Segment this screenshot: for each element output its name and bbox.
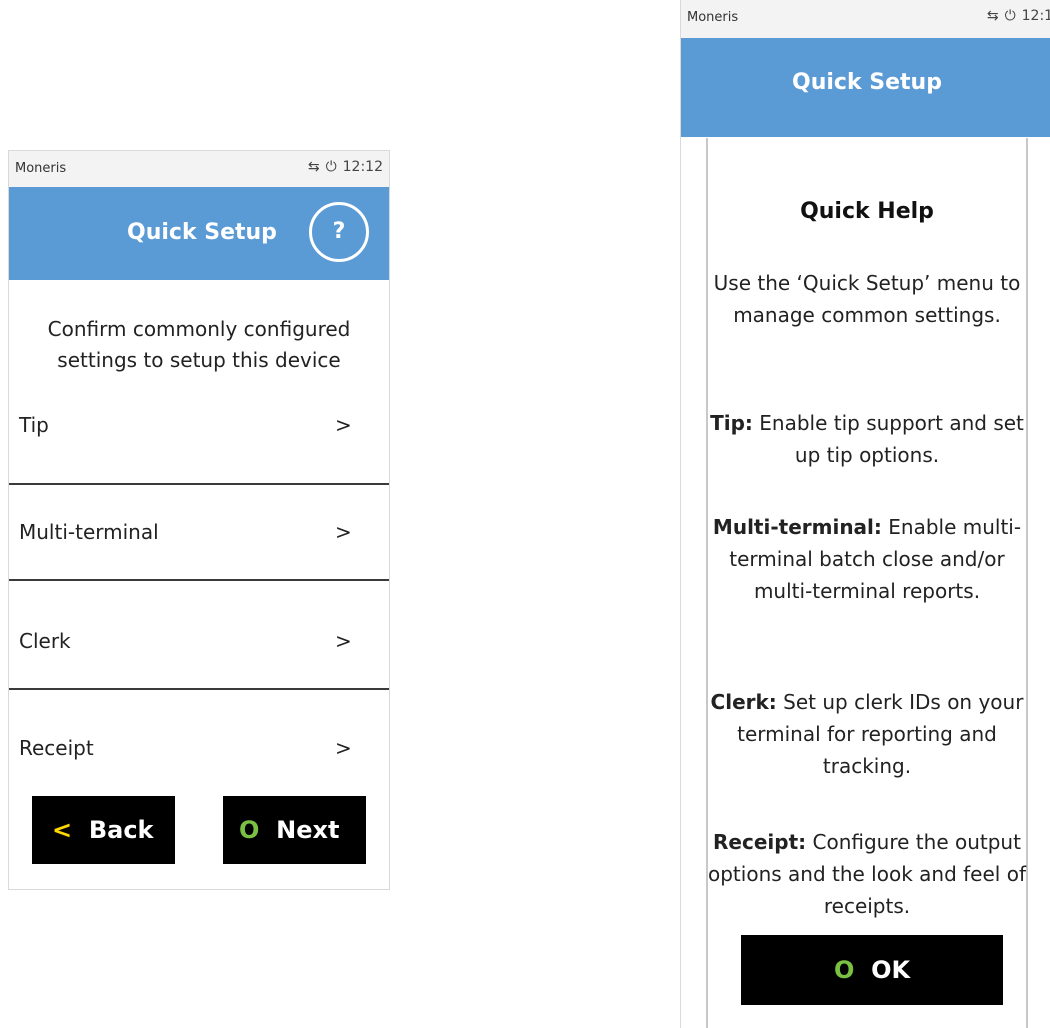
status-time: 12:12 bbox=[1021, 8, 1050, 24]
subtitle: Confirm commonly configured settings to … bbox=[47, 317, 351, 372]
help-section-clerk: Clerk: Set up clerk IDs on your terminal… bbox=[707, 686, 1027, 782]
help-section-receipt: Receipt: Configure the output options an… bbox=[707, 826, 1027, 922]
status-bar: Moneris ⇆ ⏻ 12:12 bbox=[681, 0, 1050, 38]
chevron-right-icon: > bbox=[335, 736, 352, 760]
menu-item-label: Receipt bbox=[19, 736, 94, 760]
menu-item-receipt[interactable]: Receipt > bbox=[9, 736, 389, 766]
next-circle-icon: O bbox=[239, 816, 260, 844]
status-bar: Moneris ⇆ ⏻ 12:12 bbox=[9, 151, 389, 187]
help-title: Quick Help bbox=[800, 199, 934, 224]
power-plug-icon: ⏻ bbox=[1004, 8, 1016, 24]
menu-item-multi-terminal[interactable]: Multi-terminal > bbox=[9, 520, 389, 550]
status-time: 12:12 bbox=[342, 159, 383, 175]
header-title: Quick Setup bbox=[127, 220, 277, 245]
help-section-multi-terminal: Multi-terminal: Enable multi-terminal ba… bbox=[697, 511, 1037, 607]
header: Quick Setup bbox=[681, 38, 1050, 136]
status-app-name: Moneris bbox=[687, 10, 739, 25]
help-button[interactable]: ? bbox=[309, 202, 369, 262]
help-intro: Use the ‘Quick Setup’ menu to manage com… bbox=[713, 271, 1021, 327]
chevron-right-icon: > bbox=[335, 520, 352, 544]
help-term: Multi-terminal: bbox=[712, 515, 882, 539]
help-term: Receipt: bbox=[713, 830, 807, 854]
header-underline bbox=[681, 134, 1050, 137]
power-plug-icon: ⏻ bbox=[325, 159, 337, 175]
back-button[interactable]: < Back bbox=[32, 796, 175, 864]
menu-item-label: Tip bbox=[19, 413, 49, 437]
status-app-name: Moneris bbox=[15, 161, 67, 176]
help-text: Enable tip support and set up tip option… bbox=[759, 411, 1024, 467]
divider bbox=[9, 483, 389, 485]
next-button[interactable]: O Next bbox=[223, 796, 366, 864]
chevron-right-icon: > bbox=[335, 413, 352, 437]
ok-label: OK bbox=[871, 956, 911, 984]
divider bbox=[9, 688, 389, 690]
ok-button[interactable]: O OK bbox=[741, 935, 1003, 1005]
quick-help-screen: Moneris ⇆ ⏻ 12:12 Quick Setup Quick Help U… bbox=[680, 0, 1050, 1028]
help-section-tip: Tip: Enable tip support and set up tip o… bbox=[707, 407, 1027, 471]
header: Quick Setup ? bbox=[9, 187, 389, 280]
help-term: Clerk: bbox=[710, 690, 777, 714]
chevron-right-icon: > bbox=[335, 629, 352, 653]
menu-item-clerk[interactable]: Clerk > bbox=[9, 629, 389, 659]
menu-item-tip[interactable]: Tip > bbox=[9, 413, 389, 443]
help-text: Set up clerk IDs on your terminal for re… bbox=[737, 690, 1024, 778]
divider bbox=[9, 579, 389, 581]
menu-item-label: Multi-terminal bbox=[19, 520, 159, 544]
sync-arrows-icon: ⇆ bbox=[307, 159, 320, 175]
quick-setup-screen: Moneris ⇆ ⏻ 12:12 Quick Setup ? Confirm co… bbox=[8, 150, 390, 890]
back-label: Back bbox=[88, 816, 154, 844]
ok-circle-icon: O bbox=[833, 956, 855, 984]
back-arrow-icon: < bbox=[52, 816, 73, 844]
menu-item-label: Clerk bbox=[19, 629, 71, 653]
next-label: Next bbox=[276, 816, 340, 844]
sync-arrows-icon: ⇆ bbox=[986, 8, 999, 24]
header-title: Quick Setup bbox=[792, 70, 942, 95]
help-term: Tip: bbox=[710, 411, 753, 435]
